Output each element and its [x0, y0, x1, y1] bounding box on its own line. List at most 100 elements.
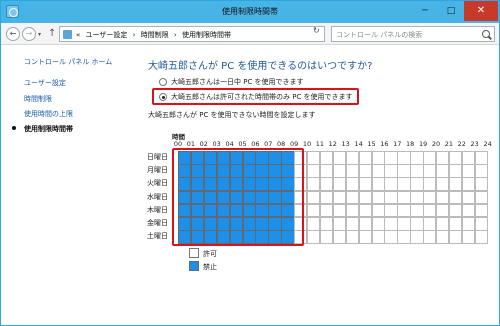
schedule-cell[interactable] — [384, 203, 398, 218]
search-box[interactable]: コントロール パネルの検索 — [331, 26, 495, 42]
schedule-cell[interactable] — [474, 151, 489, 165]
schedule-cell[interactable] — [307, 177, 321, 192]
schedule-cell[interactable] — [319, 190, 334, 205]
schedule-cell[interactable] — [461, 230, 476, 244]
schedule-cell[interactable] — [448, 190, 463, 205]
schedule-cell[interactable] — [448, 217, 463, 231]
schedule-cell[interactable] — [384, 164, 398, 178]
schedule-cell[interactable] — [371, 151, 385, 165]
schedule-cell[interactable] — [423, 217, 437, 231]
maximize-button[interactable]: □ — [438, 1, 464, 21]
schedule-cell[interactable] — [332, 177, 347, 192]
schedule-cell[interactable] — [397, 177, 411, 192]
schedule-cell[interactable] — [448, 177, 463, 192]
allday-radio[interactable] — [159, 78, 167, 86]
schedule-cell[interactable] — [448, 230, 463, 244]
schedule-cell[interactable] — [423, 164, 437, 178]
schedule-cell[interactable] — [461, 177, 476, 192]
schedule-cell[interactable] — [397, 151, 411, 165]
schedule-cell[interactable] — [345, 151, 360, 165]
schedule-cell[interactable] — [397, 203, 411, 218]
schedule-cell[interactable] — [332, 217, 347, 231]
schedule-cell[interactable] — [371, 230, 385, 244]
schedule-cell[interactable] — [448, 164, 463, 178]
schedule-cell[interactable] — [307, 203, 321, 218]
schedule-cell[interactable] — [332, 151, 347, 165]
schedule-cell[interactable] — [307, 190, 321, 205]
schedule-cell[interactable] — [307, 151, 321, 165]
schedule-cell[interactable] — [384, 230, 398, 244]
schedule-cell[interactable] — [307, 164, 321, 178]
breadcrumb-time-limits[interactable]: 時間制限 — [141, 31, 169, 39]
schedule-cell[interactable] — [436, 217, 450, 231]
schedule-cell[interactable] — [345, 177, 360, 192]
schedule-cell[interactable] — [436, 203, 450, 218]
breadcrumb-curfew[interactable]: 使用制限時間帯 — [182, 31, 231, 39]
schedule-cell[interactable] — [332, 203, 347, 218]
sidebar-item-usage-limit[interactable]: 使用時間の上限 — [24, 109, 73, 119]
schedule-cell[interactable] — [461, 203, 476, 218]
schedule-cell[interactable] — [474, 217, 489, 231]
schedule-cell[interactable] — [384, 177, 398, 192]
schedule-cell[interactable] — [319, 230, 334, 244]
schedule-cell[interactable] — [448, 203, 463, 218]
schedule-cell[interactable] — [436, 151, 450, 165]
schedule-cell[interactable] — [345, 230, 360, 244]
schedule-cell[interactable] — [410, 230, 424, 244]
schedule-cell[interactable] — [319, 177, 334, 192]
schedule-cell[interactable] — [345, 164, 360, 178]
refresh-button[interactable]: ↻ — [313, 26, 320, 35]
schedule-cell[interactable] — [358, 151, 372, 165]
schedule-cell[interactable] — [371, 177, 385, 192]
sidebar-item-time-limits[interactable]: 時間制限 — [24, 94, 52, 104]
schedule-cell[interactable] — [448, 151, 463, 165]
forward-button[interactable]: → — [22, 27, 36, 41]
schedule-cell[interactable] — [423, 230, 437, 244]
schedule-cell[interactable] — [423, 177, 437, 192]
sidebar-item-curfew[interactable]: 使用制限時間帯 — [24, 124, 73, 134]
schedule-cell[interactable] — [319, 203, 334, 218]
schedule-cell[interactable] — [474, 190, 489, 205]
schedule-cell[interactable] — [423, 203, 437, 218]
breadcrumb-user-settings[interactable]: ユーザー設定 — [86, 31, 128, 39]
schedule-cell[interactable] — [319, 217, 334, 231]
schedule-cell[interactable] — [371, 164, 385, 178]
schedule-cell[interactable] — [410, 151, 424, 165]
allowed-hours-option-label[interactable]: 大崎五郎さんは許可された時間帯のみ PC を使用できます — [171, 92, 353, 102]
schedule-cell[interactable] — [345, 203, 360, 218]
schedule-cell[interactable] — [410, 190, 424, 205]
schedule-cell[interactable] — [474, 164, 489, 178]
sidebar-item-user-settings[interactable]: ユーザー設定 — [24, 78, 66, 88]
schedule-cell[interactable] — [397, 230, 411, 244]
schedule-cell[interactable] — [423, 190, 437, 205]
schedule-cell[interactable] — [371, 190, 385, 205]
schedule-cell[interactable] — [358, 203, 372, 218]
schedule-cell[interactable] — [397, 164, 411, 178]
schedule-cell[interactable] — [461, 164, 476, 178]
schedule-cell[interactable] — [384, 217, 398, 231]
breadcrumb-overflow[interactable]: « — [76, 31, 80, 39]
schedule-cell[interactable] — [358, 164, 372, 178]
allowed-hours-radio[interactable] — [159, 93, 167, 101]
up-button[interactable]: ↑ — [48, 28, 56, 39]
minimize-button[interactable]: ─ — [412, 1, 438, 21]
schedule-cell[interactable] — [384, 151, 398, 165]
schedule-cell[interactable] — [461, 151, 476, 165]
address-bar[interactable]: « ユーザー設定 › 時間制限 › 使用制限時間帯 ▾ — [59, 26, 364, 42]
schedule-cell[interactable] — [307, 217, 321, 231]
schedule-cell[interactable] — [436, 190, 450, 205]
schedule-cell[interactable] — [474, 177, 489, 192]
schedule-cell[interactable] — [358, 230, 372, 244]
close-button[interactable]: ✕ — [464, 1, 498, 21]
search-icon[interactable] — [482, 30, 490, 38]
schedule-cell[interactable] — [461, 190, 476, 205]
schedule-cell[interactable] — [358, 217, 372, 231]
back-button[interactable]: ← — [6, 27, 20, 41]
schedule-cell[interactable] — [436, 230, 450, 244]
schedule-cell[interactable] — [397, 190, 411, 205]
schedule-cell[interactable] — [397, 217, 411, 231]
schedule-cell[interactable] — [332, 164, 347, 178]
schedule-cell[interactable] — [358, 190, 372, 205]
schedule-cell[interactable] — [410, 203, 424, 218]
sidebar-control-panel-home[interactable]: コントロール パネル ホーム — [24, 57, 112, 67]
